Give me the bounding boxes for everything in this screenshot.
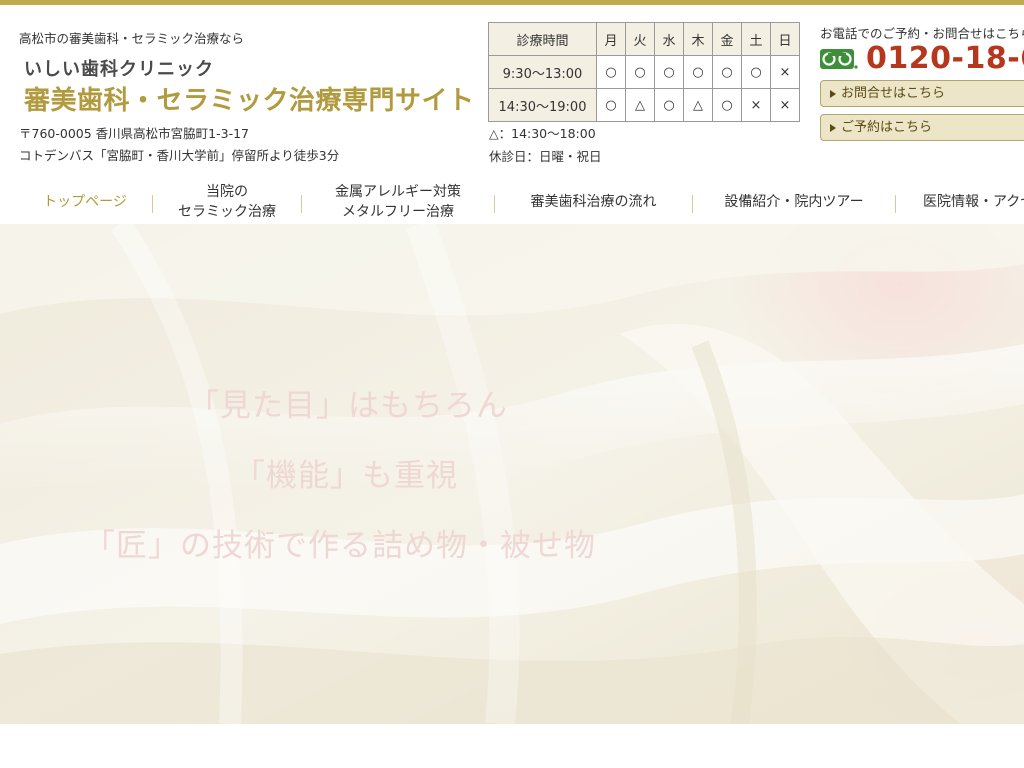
nav-item-metal-free[interactable]: 金属アレルギー対策 メタルフリー治療 bbox=[302, 180, 494, 224]
hours-mark: ○ bbox=[712, 88, 742, 122]
inquiry-button[interactable]: お問合せはこちら bbox=[820, 80, 1024, 107]
hours-mark: ○ bbox=[683, 55, 713, 89]
hero-banner: 「見た目」はもちろん 「機能」も重視 「匠」の技術で作る詰め物・被せ物 bbox=[0, 224, 1024, 724]
clinic-logo-name[interactable]: いしい歯科クリニック bbox=[24, 55, 214, 81]
day-thu: 木 bbox=[683, 22, 713, 56]
hours-mark: ○ bbox=[712, 55, 742, 89]
hero-copy-line2: 「機能」も重視 bbox=[234, 458, 458, 494]
day-sun: 日 bbox=[770, 22, 800, 56]
hours-table: 診療時間 月 火 水 木 金 土 日 9:30〜13:00 ○ ○ ○ ○ ○ … bbox=[488, 22, 800, 122]
hours-row-morning: 9:30〜13:00 ○ ○ ○ ○ ○ ○ × bbox=[488, 55, 800, 89]
hours-mark: × bbox=[741, 88, 771, 122]
hours-header-label: 診療時間 bbox=[488, 22, 597, 56]
hours-mark: × bbox=[770, 55, 800, 89]
day-mon: 月 bbox=[596, 22, 626, 56]
hours-mark: ○ bbox=[654, 55, 684, 89]
top-accent-bar bbox=[0, 0, 1024, 5]
nav-label: 医院情報・アクセス bbox=[923, 194, 1024, 210]
hero-copy-line3: 「匠」の技術で作る詰め物・被せ物 bbox=[84, 528, 596, 564]
hours-mark: ○ bbox=[625, 55, 655, 89]
triangle-right-icon bbox=[830, 90, 836, 98]
clinic-access: コトデンバス「宮脇町・香川大学前」停留所より徒歩3分 bbox=[19, 148, 340, 163]
phone-number[interactable]: 0120-18-64 bbox=[866, 41, 1024, 76]
nav-label: 審美歯科治療の流れ bbox=[530, 194, 657, 210]
reservation-button[interactable]: ご予約はこちら bbox=[820, 114, 1024, 141]
nav-label-line1: 金属アレルギー対策 bbox=[335, 184, 461, 200]
nav-label: トップページ bbox=[43, 194, 127, 210]
hero-fabric-background bbox=[0, 224, 1024, 724]
nav-item-clinic-info[interactable]: 医院情報・アクセス bbox=[896, 180, 1024, 224]
clinic-address: 〒760-0005 香川県高松市宮脇町1-3-17 bbox=[19, 126, 249, 141]
hours-mark: ○ bbox=[654, 88, 684, 122]
nav-label: 設備紹介・院内ツアー bbox=[724, 194, 864, 210]
hours-mark: × bbox=[770, 88, 800, 122]
inquiry-button-label: お問合せはこちら bbox=[841, 86, 946, 101]
day-fri: 金 bbox=[712, 22, 742, 56]
global-nav: トップページ 当院の セラミック治療 金属アレルギー対策 メタルフリー治療 審美… bbox=[0, 180, 1024, 224]
hours-mark: ○ bbox=[741, 55, 771, 89]
day-tue: 火 bbox=[625, 22, 655, 56]
hours-mark: △ bbox=[625, 88, 655, 122]
hours-mark: ○ bbox=[596, 55, 626, 89]
hours-time-morning: 9:30〜13:00 bbox=[488, 55, 597, 89]
reservation-button-label: ご予約はこちら bbox=[841, 120, 933, 135]
nav-item-top[interactable]: トップページ bbox=[18, 180, 152, 224]
hours-note: △：14:30〜18:00 bbox=[489, 126, 596, 141]
contact-lead: お電話でのご予約・お問合せはこちら bbox=[820, 26, 1024, 41]
closed-days: 休診日：日曜・祝日 bbox=[489, 149, 602, 164]
nav-label-line2: セラミック治療 bbox=[178, 204, 276, 220]
hours-header-row: 診療時間 月 火 水 木 金 土 日 bbox=[488, 22, 800, 56]
hours-mark: ○ bbox=[596, 88, 626, 122]
hours-time-afternoon: 14:30〜19:00 bbox=[488, 88, 597, 122]
nav-item-facility-tour[interactable]: 設備紹介・院内ツアー bbox=[693, 180, 895, 224]
free-dial-icon bbox=[820, 49, 858, 69]
hero-copy-line1: 「見た目」はもちろん bbox=[188, 388, 508, 424]
hours-mark: △ bbox=[683, 88, 713, 122]
nav-label-line1: 当院の bbox=[206, 184, 248, 200]
site-title-logo[interactable]: 審美歯科・セラミック治療専門サイト bbox=[24, 80, 475, 117]
nav-item-ceramic[interactable]: 当院の セラミック治療 bbox=[153, 180, 301, 224]
day-wed: 水 bbox=[654, 22, 684, 56]
header-tagline: 高松市の審美歯科・セラミック治療なら bbox=[19, 31, 245, 46]
triangle-right-icon bbox=[830, 124, 836, 132]
nav-label-line2: メタルフリー治療 bbox=[342, 204, 454, 220]
day-sat: 土 bbox=[741, 22, 771, 56]
nav-item-treatment-flow[interactable]: 審美歯科治療の流れ bbox=[495, 180, 692, 224]
hours-row-afternoon: 14:30〜19:00 ○ △ ○ △ ○ × × bbox=[488, 88, 800, 122]
